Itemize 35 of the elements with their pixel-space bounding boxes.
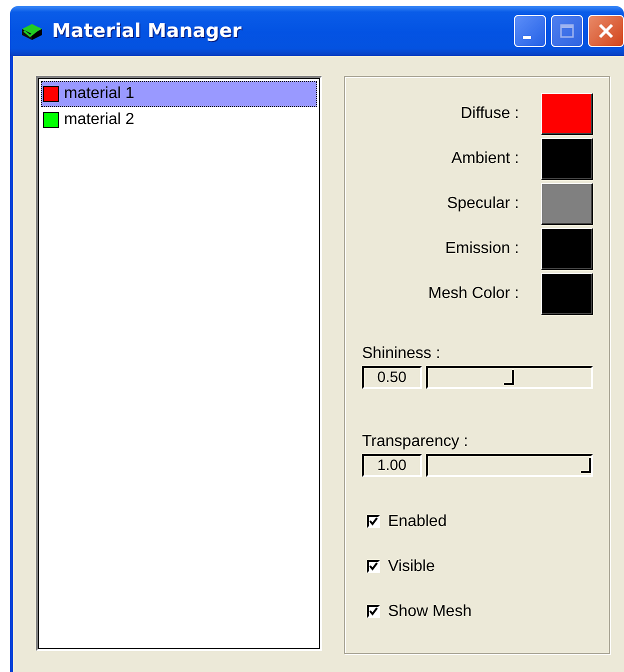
color-swatch-button[interactable]	[541, 138, 593, 180]
slider-label: Transparency :	[362, 433, 470, 451]
cube-icon	[20, 21, 44, 41]
value-field[interactable]: 0.50	[362, 366, 422, 389]
color-label: Specular :	[446, 195, 519, 213]
slider-label: Shininess :	[362, 345, 442, 363]
checkbox-label: Show Mesh	[388, 602, 472, 620]
slider-thumb[interactable]	[581, 458, 591, 473]
slider-track[interactable]	[426, 454, 593, 477]
checkbox[interactable]	[367, 515, 380, 528]
material-list[interactable]: material 1 material 2	[36, 76, 322, 651]
checkbox[interactable]	[367, 605, 380, 618]
material-item[interactable]: material 2	[41, 107, 317, 133]
color-label: Emission :	[445, 240, 519, 258]
color-swatch-button[interactable]	[541, 93, 593, 135]
checkbox-label: Visible	[388, 558, 435, 576]
slider-thumb[interactable]	[504, 370, 514, 385]
value-field[interactable]: 1.00	[362, 454, 422, 477]
maximize-button[interactable]	[551, 15, 583, 47]
checkbox-label: Enabled	[388, 512, 447, 530]
color-label: Ambient :	[451, 150, 519, 168]
color-label: Diffuse :	[460, 105, 519, 123]
color-swatch-button[interactable]	[541, 273, 593, 315]
color-swatch-button[interactable]	[541, 183, 593, 225]
minimize-button[interactable]	[514, 15, 546, 47]
minimize-icon	[523, 36, 531, 38]
checkbox[interactable]	[367, 560, 380, 573]
close-icon	[597, 22, 615, 40]
maximize-icon	[559, 23, 575, 39]
window-title: Material Manager	[52, 20, 242, 42]
close-button[interactable]	[588, 15, 624, 47]
color-swatch-button[interactable]	[541, 228, 593, 270]
color-label: Mesh Color :	[428, 285, 519, 303]
material-item[interactable]: material 1	[41, 81, 317, 107]
slider-track[interactable]	[426, 366, 593, 389]
